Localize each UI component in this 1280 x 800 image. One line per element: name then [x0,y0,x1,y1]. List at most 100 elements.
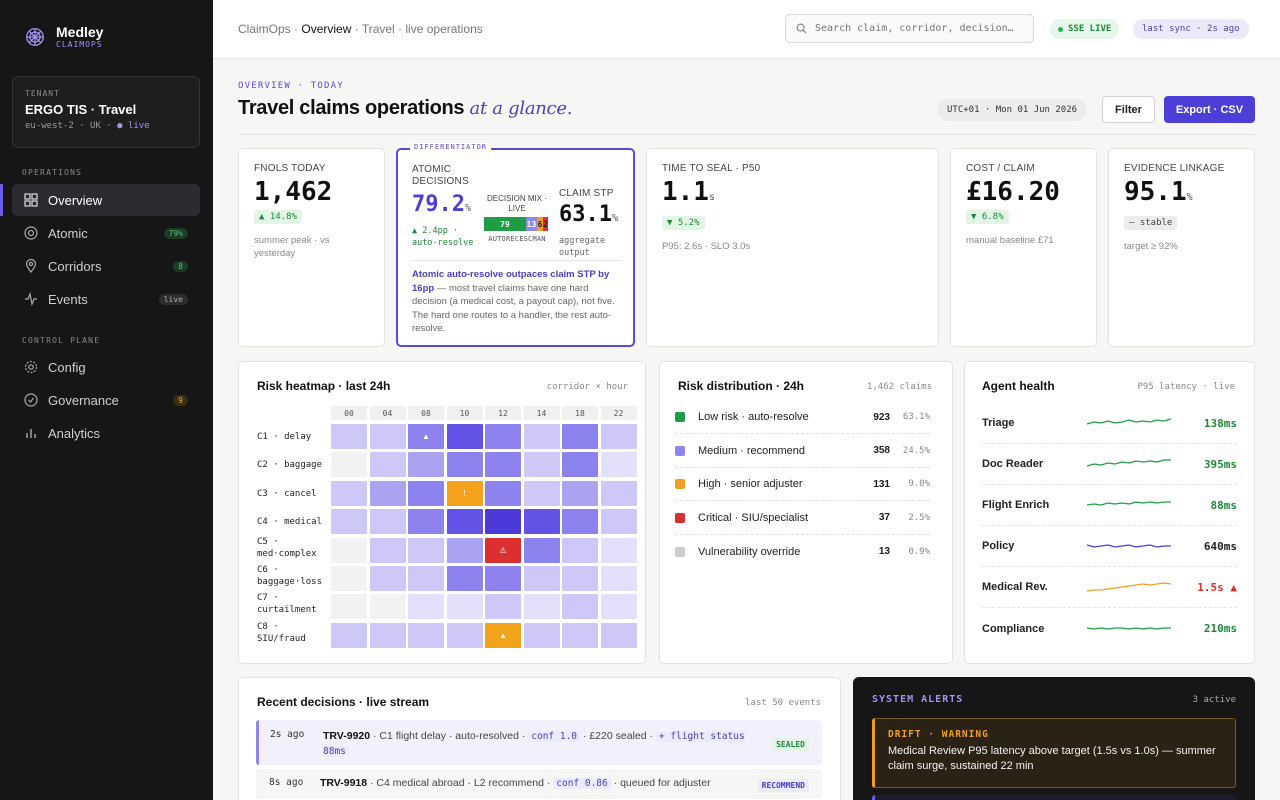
filter-button[interactable]: Filter [1102,96,1155,123]
heatmap-cell[interactable] [600,537,637,563]
heatmap-cell[interactable] [600,622,637,648]
decision-id[interactable]: TRV-9920 [323,730,370,742]
nav-item-events[interactable]: Events live [12,283,200,315]
heatmap-cell[interactable] [446,537,483,563]
heatmap-cell[interactable] [562,509,598,535]
search-input[interactable] [815,23,1025,34]
nav-item-config[interactable]: Config [12,351,200,383]
heatmap-cell[interactable] [562,452,598,478]
heatmap-cell[interactable] [331,452,367,478]
heatmap-cell[interactable] [446,424,483,449]
nav-item-corridors[interactable]: Corridors 8 [12,250,200,282]
heatmap-cell[interactable] [600,452,637,478]
alert-item[interactable]: DRIFT · WARNING Medical Review P95 laten… [872,718,1236,788]
heatmap-cell[interactable] [485,566,521,591]
decision-id[interactable]: TRV-9918 [320,777,367,789]
agent-row[interactable]: Doc Reader 395ms [982,444,1237,485]
heatmap-cell[interactable] [523,622,560,648]
nav-item-analytics[interactable]: Analytics [12,417,200,449]
heatmap-cell[interactable] [446,452,483,478]
export-csv-button[interactable]: Export · CSV [1164,96,1255,123]
heatmap-cell[interactable] [369,480,406,506]
heatmap-cell[interactable] [485,509,521,535]
heatmap-cell[interactable] [446,622,483,648]
heatmap-cell[interactable] [408,480,444,506]
risk-row[interactable]: Medium · recommend 358 24.5% [675,435,930,468]
heatmap-cell[interactable] [523,594,560,620]
agent-row[interactable]: Policy 640ms [982,526,1237,567]
heatmap-cell[interactable] [446,566,483,591]
heatmap-cell[interactable] [369,452,406,478]
agent-name: Compliance [982,622,1045,635]
heatmap-cell[interactable] [485,594,521,620]
heatmap-cell[interactable] [562,622,598,648]
crumb-root[interactable]: ClaimOps · [238,22,298,36]
heatmap-cell[interactable] [408,509,444,535]
heatmap-cell[interactable]: ⚠ [485,537,521,563]
nav-item-atomic[interactable]: Atomic 79% [12,217,200,249]
heatmap-cell[interactable] [485,480,521,506]
heatmap-cell[interactable] [408,622,444,648]
decision-row[interactable]: 8s ago TRV-9918 · C4 medical abroad · L2… [256,769,822,799]
heatmap-cell[interactable] [485,452,521,478]
tenant-switcher[interactable]: TENANT ERGO TIS · Travel eu-west-2 · UK … [12,76,200,148]
heatmap-cell[interactable] [562,480,598,506]
heatmap-cell[interactable] [562,594,598,620]
heatmap-cell[interactable] [331,622,367,648]
heatmap-cell[interactable] [600,480,637,506]
risk-row[interactable]: Critical · SIU/specialist 37 2.5% [675,502,930,535]
risk-row[interactable]: Vulnerability override 13 0.9% [675,535,930,568]
heatmap-cell[interactable] [408,537,444,563]
heatmap-cell[interactable] [331,509,367,535]
heatmap-cell[interactable] [562,424,598,449]
nav-item-overview[interactable]: Overview [12,184,200,216]
heatmap-cell[interactable] [600,566,637,591]
heatmap-cell[interactable] [331,594,367,620]
heatmap-cell[interactable] [331,480,367,506]
heatmap-cell[interactable] [408,452,444,478]
heatmap-cell[interactable] [600,509,637,535]
risk-row[interactable]: Low risk · auto-resolve 923 63.1% [675,401,930,434]
heatmap-cell[interactable]: ▲ [485,622,521,648]
heatmap-cell[interactable] [369,594,406,620]
heatmap-cell[interactable]: ▲ [408,424,444,449]
decision-row[interactable]: 2s ago TRV-9920 · C1 flight delay · auto… [256,720,822,765]
heatmap-cell[interactable] [485,424,521,449]
heatmap-cell[interactable] [600,424,637,449]
search-box[interactable] [785,14,1034,43]
heatmap-cell[interactable] [523,424,560,449]
heatmap-cell[interactable] [408,566,444,591]
heatmap-cell[interactable] [562,566,598,591]
heatmap-cell[interactable] [562,537,598,563]
heatmap-cell[interactable] [523,480,560,506]
heatmap-cell[interactable] [446,509,483,535]
heatmap-cell[interactable] [369,622,406,648]
nav-item-label: Governance [48,392,119,408]
risk-row[interactable]: High · senior adjuster 131 9.0% [675,468,930,501]
agent-row[interactable]: Flight Enrich 88ms [982,485,1237,526]
brand[interactable]: Medley CLAIMOPS [24,25,103,49]
heatmap-cell[interactable] [331,566,367,591]
kpi-delta: – stable [1124,216,1178,230]
agent-row[interactable]: Triage 138ms [982,403,1237,444]
alert-item[interactable] [872,795,1236,800]
heatmap-cell[interactable] [369,537,406,563]
heatmap-cell[interactable] [523,509,560,535]
heatmap-cell[interactable] [369,424,406,449]
nav-item-governance[interactable]: Governance 9 [12,384,200,416]
heatmap-cell[interactable] [408,594,444,620]
heatmap-cell[interactable] [523,566,560,591]
heatmap-cell[interactable] [331,537,367,563]
agent-row[interactable]: Medical Rev. 1.5s ▲ [982,567,1237,608]
heatmap-cell[interactable] [331,424,367,449]
heatmap-cell[interactable] [369,509,406,535]
tenant-label: TENANT [25,89,60,98]
last-sync-pill: last sync · 2s ago [1133,19,1249,39]
heatmap-cell[interactable] [523,537,560,563]
heatmap-cell[interactable]: ! [446,480,483,506]
heatmap-cell[interactable] [523,452,560,478]
heatmap-cell[interactable] [369,566,406,591]
agent-row[interactable]: Compliance 210ms [982,608,1237,649]
heatmap-cell[interactable] [600,594,637,620]
heatmap-cell[interactable] [446,594,483,620]
